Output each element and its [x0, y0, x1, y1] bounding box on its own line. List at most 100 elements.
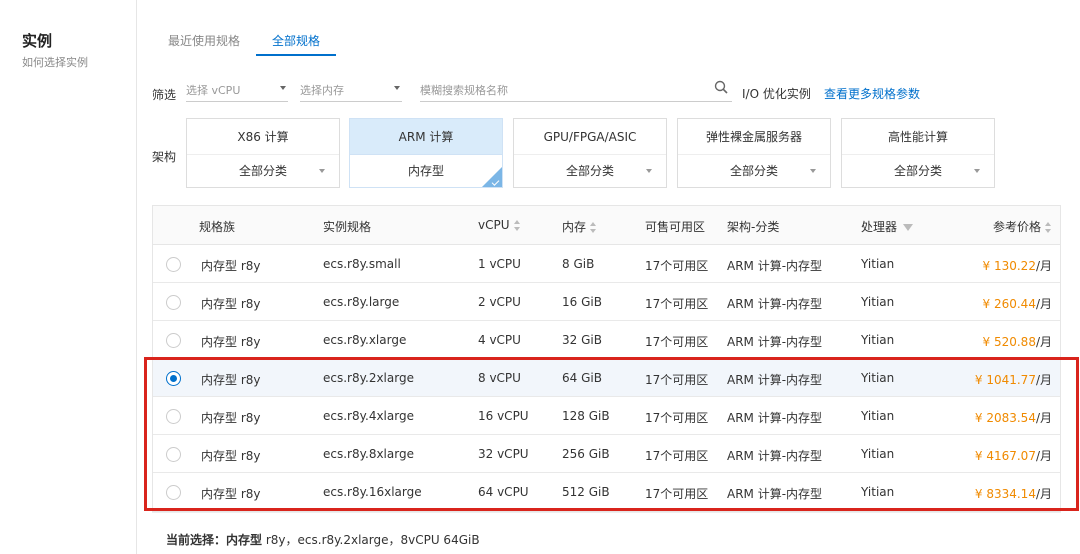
memory-select[interactable]: 选择内存: [300, 78, 402, 102]
header-memory-label: 内存: [562, 220, 587, 234]
arch-category-select[interactable]: 全部分类: [187, 155, 339, 187]
header-vcpu[interactable]: vCPU: [478, 218, 521, 232]
cell-processor: Yitian: [861, 257, 895, 271]
table-row[interactable]: 内存型 r8y ecs.r8y.large 2 vCPU 16 GiB 17个可用区 AR…: [153, 283, 1060, 321]
arch-card-name: 弹性裸金属服务器: [678, 119, 830, 155]
table-row[interactable]: 内存型 r8y ecs.r8y.small 1 vCPU 8 GiB 17个可用区 ARM…: [153, 245, 1060, 283]
arch-card-bare-metal[interactable]: 弹性裸金属服务器 全部分类: [677, 118, 831, 188]
cell-memory: 512 GiB: [562, 485, 610, 499]
row-radio-button[interactable]: [166, 257, 181, 272]
arch-category-select[interactable]: 全部分类: [842, 155, 994, 187]
tab-all-specs[interactable]: 全部规格: [256, 28, 337, 56]
cell-vcpu: 2 vCPU: [478, 295, 521, 309]
chevron-down-icon: [394, 86, 400, 90]
header-processor[interactable]: 处理器: [861, 218, 914, 235]
table-row[interactable]: 内存型 r8y ecs.r8y.2xlarge 8 vCPU 64 GiB 17个可用区…: [153, 359, 1060, 397]
cell-arch: ARM 计算-内存型: [727, 297, 823, 311]
arch-card-hpc[interactable]: 高性能计算 全部分类: [841, 118, 995, 188]
price-unit: /月: [1035, 259, 1052, 273]
spec-search-input[interactable]: 模糊搜索规格名称: [420, 78, 732, 102]
filter-icon[interactable]: [903, 224, 914, 231]
cell-family: 内存型 r8y: [201, 373, 261, 387]
cell-memory: 256 GiB: [562, 447, 610, 461]
cell-vcpu: 64 vCPU: [478, 485, 529, 499]
cell-zones: 17个可用区: [645, 487, 709, 501]
cell-vcpu: 4 vCPU: [478, 333, 521, 347]
row-radio-button[interactable]: [166, 485, 181, 500]
row-radio-button[interactable]: [166, 295, 181, 310]
cell-processor: Yitian: [861, 485, 895, 499]
header-spec: 实例规格: [323, 220, 372, 234]
header-vcpu-label: vCPU: [478, 218, 510, 232]
arch-card-name: ARM 计算: [350, 119, 502, 155]
search-icon[interactable]: [714, 80, 728, 94]
cell-processor: Yitian: [861, 333, 895, 347]
cell-memory: 128 GiB: [562, 409, 610, 423]
arch-category-value: 全部分类: [238, 164, 287, 178]
arch-category-select[interactable]: 全部分类: [514, 155, 666, 187]
cell-spec: ecs.r8y.xlarge: [323, 333, 407, 347]
cell-family: 内存型 r8y: [201, 449, 261, 463]
row-radio-button[interactable]: [166, 447, 181, 462]
sort-icon[interactable]: [1045, 222, 1052, 233]
sort-icon[interactable]: [513, 220, 521, 231]
tab-recent-specs[interactable]: 最近使用规格: [152, 28, 256, 56]
search-placeholder: 模糊搜索规格名称: [420, 84, 508, 97]
arch-category-value: 全部分类: [565, 164, 614, 178]
cell-zones: 17个可用区: [645, 411, 709, 425]
arch-category-value: 全部分类: [729, 164, 778, 178]
sort-icon[interactable]: [590, 222, 597, 233]
current-selection-label: 当前选择：: [166, 533, 227, 547]
table-header: 规格族 实例规格 vCPU 内存 可售可用区 架构-分类 处理器 参考价格: [153, 206, 1060, 245]
cell-price: ¥ 8334.14/月: [975, 485, 1052, 502]
table-row[interactable]: 内存型 r8y ecs.r8y.16xlarge 64 vCPU 512 GiB 17个…: [153, 473, 1060, 511]
cell-zones: 17个可用区: [645, 373, 709, 387]
vcpu-select-placeholder: 选择 vCPU: [186, 84, 241, 97]
cell-spec: ecs.r8y.large: [323, 295, 400, 309]
header-memory[interactable]: 内存: [562, 218, 597, 235]
cell-vcpu: 32 vCPU: [478, 447, 529, 461]
arch-card-gpu[interactable]: GPU/FPGA/ASIC 全部分类: [513, 118, 667, 188]
cell-price: ¥ 4167.07/月: [975, 447, 1052, 464]
arch-category-select[interactable]: 全部分类: [678, 155, 830, 187]
cell-processor: Yitian: [861, 447, 895, 461]
more-spec-params-link[interactable]: 查看更多规格参数: [824, 85, 920, 102]
arch-category-value: 全部分类: [893, 164, 942, 178]
table-row[interactable]: 内存型 r8y ecs.r8y.8xlarge 32 vCPU 256 GiB 17个可…: [153, 435, 1060, 473]
price-amount: ¥ 4167.07: [974, 449, 1036, 463]
price-amount: ¥ 8334.14: [974, 487, 1036, 501]
cell-family: 内存型 r8y: [201, 297, 261, 311]
price-amount: ¥ 2083.54: [974, 411, 1036, 425]
price-amount: ¥ 130.22: [982, 259, 1036, 273]
cell-zones: 17个可用区: [645, 259, 709, 273]
section-title: 实例: [22, 32, 53, 50]
table-body: 内存型 r8y ecs.r8y.small 1 vCPU 8 GiB 17个可用区 ARM…: [153, 245, 1060, 511]
vcpu-select[interactable]: 选择 vCPU: [186, 78, 288, 102]
row-radio-button[interactable]: [166, 371, 181, 386]
cell-memory: 16 GiB: [562, 295, 602, 309]
cell-zones: 17个可用区: [645, 335, 709, 349]
price-unit: /月: [1035, 373, 1052, 387]
row-radio-button[interactable]: [166, 409, 181, 424]
section-help-link[interactable]: 如何选择实例: [22, 54, 88, 70]
price-amount: ¥ 260.44: [982, 297, 1036, 311]
arch-category-select[interactable]: 内存型: [350, 155, 502, 187]
cell-spec: ecs.r8y.small: [323, 257, 401, 271]
cell-family: 内存型 r8y: [201, 259, 261, 273]
cell-spec: ecs.r8y.4xlarge: [323, 409, 414, 423]
table-row[interactable]: 内存型 r8y ecs.r8y.4xlarge 16 vCPU 128 GiB 17个可…: [153, 397, 1060, 435]
arch-card-x86[interactable]: X86 计算 全部分类: [186, 118, 340, 188]
current-selection-family: 内存型: [226, 533, 263, 547]
cell-vcpu: 8 vCPU: [478, 371, 521, 385]
cell-processor: Yitian: [861, 295, 895, 309]
chevron-down-icon: [810, 169, 816, 173]
header-price[interactable]: 参考价格: [993, 218, 1052, 235]
table-row[interactable]: 内存型 r8y ecs.r8y.xlarge 4 vCPU 32 GiB 17个可用区 A…: [153, 321, 1060, 359]
row-radio-button[interactable]: [166, 333, 181, 348]
vertical-divider: [136, 0, 137, 554]
cell-spec: ecs.r8y.8xlarge: [323, 447, 414, 461]
cell-family: 内存型 r8y: [201, 411, 261, 425]
cell-arch: ARM 计算-内存型: [727, 373, 823, 387]
cell-zones: 17个可用区: [645, 297, 709, 311]
arch-card-arm[interactable]: ARM 计算 内存型: [349, 118, 503, 188]
